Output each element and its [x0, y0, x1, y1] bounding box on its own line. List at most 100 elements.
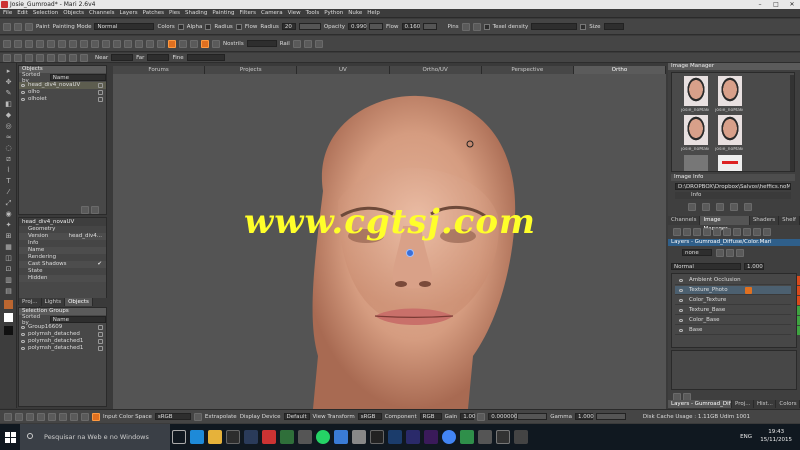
- bottom-tool-1-icon[interactable]: [4, 412, 12, 421]
- layer-prop-icon-2[interactable]: [726, 249, 734, 257]
- layers-merge-icon[interactable]: [733, 228, 741, 236]
- rail2-icon[interactable]: [303, 39, 312, 48]
- layers-procedural-icon[interactable]: [713, 228, 721, 236]
- left-tab-2[interactable]: Objects: [65, 298, 93, 306]
- menu-pies[interactable]: Pies: [169, 9, 180, 17]
- camera-tool-icon[interactable]: ◉: [4, 210, 13, 219]
- bottom-tool-3-icon[interactable]: [26, 412, 34, 421]
- image-path-field[interactable]: D:\DROPBOX\Dropbox\Salvos\heffics.noMake…: [675, 183, 791, 190]
- image-thumb-5[interactable]: [684, 155, 708, 171]
- bottom-tool-7-icon[interactable]: [70, 412, 78, 421]
- color-manage-icon[interactable]: [92, 412, 100, 421]
- bake-icon[interactable]: [179, 39, 187, 48]
- object-row[interactable]: head_div4_novaUV: [19, 82, 106, 89]
- far-field[interactable]: [147, 54, 170, 61]
- brush-icon[interactable]: [3, 22, 11, 31]
- swap-color-swatch[interactable]: [4, 326, 13, 335]
- radius-field[interactable]: 20: [281, 23, 296, 30]
- layers-blend-mode-select[interactable]: Normal: [671, 263, 741, 270]
- frame-icon[interactable]: [113, 39, 121, 48]
- menu-selection[interactable]: Selection: [33, 9, 58, 17]
- property-value[interactable]: ✔: [97, 261, 102, 268]
- layers-group-icon[interactable]: [683, 228, 691, 236]
- layers-lock-icon[interactable]: [753, 228, 761, 236]
- fill-icon[interactable]: ◆: [4, 111, 13, 120]
- selection-group-row[interactable]: polymsh_detached1: [19, 338, 106, 345]
- select-arrow-icon[interactable]: ▸: [4, 67, 13, 76]
- extrapolate-icon[interactable]: [193, 412, 202, 421]
- premiere-icon[interactable]: [406, 430, 420, 444]
- gamma-slider[interactable]: [596, 413, 627, 420]
- pan-icon[interactable]: [80, 53, 88, 62]
- lock-icon[interactable]: [98, 90, 103, 95]
- light-icon[interactable]: [80, 39, 88, 48]
- menu-camera[interactable]: Camera: [261, 9, 283, 17]
- grid-icon[interactable]: [3, 39, 11, 48]
- clone-icon[interactable]: ◎: [4, 122, 13, 131]
- layer-paint-icon[interactable]: [745, 287, 752, 294]
- bottom-tool-8-icon[interactable]: [81, 412, 89, 421]
- app-icon-19[interactable]: [496, 430, 510, 444]
- layer-prop-icon-3[interactable]: [736, 249, 744, 257]
- flow-checkbox[interactable]: [235, 23, 242, 30]
- pin2-icon[interactable]: [472, 22, 481, 31]
- viewport-tab-ortho[interactable]: Ortho: [573, 66, 667, 74]
- menu-painting[interactable]: Painting: [212, 9, 234, 17]
- layers-delete-icon[interactable]: [763, 228, 771, 236]
- foreground-color-swatch[interactable]: [4, 300, 13, 309]
- thumbs-scrollbar[interactable]: [790, 75, 794, 171]
- background-color-swatch[interactable]: [4, 313, 13, 322]
- app-icon-8[interactable]: [298, 430, 312, 444]
- left-tab-1[interactable]: Lights: [41, 298, 66, 306]
- component-select[interactable]: RGB: [419, 413, 442, 420]
- visibility-eye-icon[interactable]: [21, 84, 25, 87]
- alpha-checkbox[interactable]: [205, 23, 212, 30]
- paint-mode-icon[interactable]: [25, 22, 33, 31]
- text-tool-icon[interactable]: T: [4, 177, 13, 186]
- paint-brush-icon[interactable]: ✎: [4, 89, 13, 98]
- transform-tool-icon[interactable]: ⤢: [4, 199, 13, 208]
- paint-bucket-icon[interactable]: [3, 53, 11, 62]
- flow-slider[interactable]: [422, 23, 437, 30]
- measure-icon[interactable]: ⊞: [4, 232, 13, 241]
- sorted-by-select[interactable]: Name: [49, 74, 106, 81]
- layer-visibility-icon[interactable]: [679, 319, 683, 322]
- layers-adjust-icon[interactable]: [703, 228, 711, 236]
- layer-visibility-icon[interactable]: [679, 299, 683, 302]
- transform-icon[interactable]: [25, 53, 33, 62]
- clear-icon[interactable]: [190, 39, 198, 48]
- right-tab-imagemanager[interactable]: Image Manager: [700, 216, 750, 232]
- remove-object-icon[interactable]: [91, 206, 99, 214]
- viewport-tab-projects[interactable]: Projects: [205, 66, 298, 74]
- menu-tools[interactable]: Tools: [306, 9, 320, 17]
- bottom-tool-2-icon[interactable]: [15, 412, 23, 421]
- photoshop-icon[interactable]: [244, 430, 258, 444]
- gain-field[interactable]: 1.00: [460, 413, 476, 420]
- app-icon-20[interactable]: [514, 430, 528, 444]
- light-tool-icon[interactable]: ✦: [4, 221, 13, 230]
- layer-row[interactable]: Texture_Photo: [675, 286, 800, 295]
- image-thumb-4[interactable]: [718, 115, 742, 145]
- close-button[interactable]: ✕: [784, 0, 800, 9]
- eyedropper-icon[interactable]: ⁄: [4, 188, 13, 197]
- store-icon[interactable]: [226, 430, 240, 444]
- menu-edit[interactable]: Edit: [17, 9, 28, 17]
- projection-tool-icon[interactable]: ⊡: [4, 265, 13, 274]
- task-view-icon[interactable]: [172, 430, 186, 444]
- projection-icon[interactable]: [157, 39, 165, 48]
- menu-shading[interactable]: Shading: [185, 9, 207, 17]
- layer-row[interactable]: Color_Base: [675, 316, 800, 325]
- layer-visibility-icon[interactable]: [679, 279, 683, 282]
- object-row[interactable]: olhoiet: [19, 96, 106, 103]
- layers-tab-0[interactable]: Layers - Gumroad_Diffu...: [668, 400, 732, 408]
- wire-icon[interactable]: [91, 39, 99, 48]
- image-save-icon[interactable]: [702, 203, 710, 211]
- right-tab-shaders[interactable]: Shaders: [749, 216, 780, 225]
- reset-icon[interactable]: [124, 39, 132, 48]
- right-tab-channels[interactable]: Channels: [668, 216, 701, 225]
- bottom-tool-5-icon[interactable]: [48, 412, 56, 421]
- layers-name-field[interactable]: none: [682, 249, 712, 256]
- menu-patches[interactable]: Patches: [143, 9, 164, 17]
- image-delete-icon[interactable]: [744, 203, 752, 211]
- maximize-button[interactable]: □: [768, 0, 784, 9]
